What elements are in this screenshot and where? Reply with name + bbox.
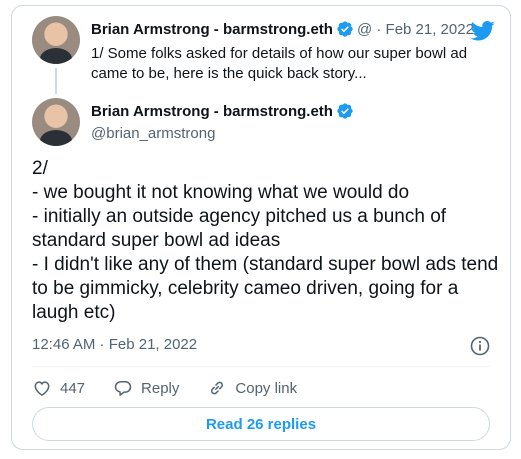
reply-label: Reply (141, 379, 180, 397)
divider (32, 366, 490, 367)
tweet-card: Brian Armstrong - barmstrong.eth @ · Feb… (11, 5, 511, 450)
tweet-actions: 447 Reply Copy link (32, 378, 325, 398)
tweet-author-header: Brian Armstrong - barmstrong.eth (91, 102, 354, 120)
author-avatar[interactable] (32, 98, 80, 146)
thread-connector-line (55, 68, 57, 94)
author-handle[interactable]: @brian_armstrong (91, 125, 215, 142)
like-button[interactable]: 447 (32, 378, 85, 398)
heart-icon (34, 381, 50, 396)
parent-tweet-header: Brian Armstrong - barmstrong.eth @ · Feb… (91, 20, 474, 38)
link-icon (211, 381, 224, 395)
reply-icon (114, 381, 132, 396)
tweet-text: 2/ - we bought it not knowing what we wo… (32, 158, 499, 323)
copy-link-label: Copy link (235, 379, 298, 397)
tweet-timestamp[interactable]: 12:46 AM · Feb 21, 2022 (32, 336, 197, 353)
verified-badge-icon (337, 103, 353, 119)
copy-link-button[interactable]: Copy link (207, 378, 297, 398)
reply-button[interactable]: Reply (113, 378, 179, 398)
twitter-bird-icon[interactable] (471, 21, 495, 41)
author-name[interactable]: Brian Armstrong - barmstrong.eth (91, 103, 333, 120)
like-count: 447 (60, 379, 86, 397)
verified-badge-icon (337, 21, 353, 37)
read-replies-button[interactable]: Read 26 replies (32, 407, 490, 441)
info-icon[interactable] (470, 336, 490, 356)
parent-author-name[interactable]: Brian Armstrong - barmstrong.eth (91, 21, 333, 38)
parent-tweet-meta[interactable]: @ · Feb 21, 2022 (357, 21, 474, 38)
parent-tweet-text[interactable]: 1/ Some folks asked for details of how o… (91, 44, 491, 84)
parent-author-avatar[interactable] (32, 16, 80, 64)
